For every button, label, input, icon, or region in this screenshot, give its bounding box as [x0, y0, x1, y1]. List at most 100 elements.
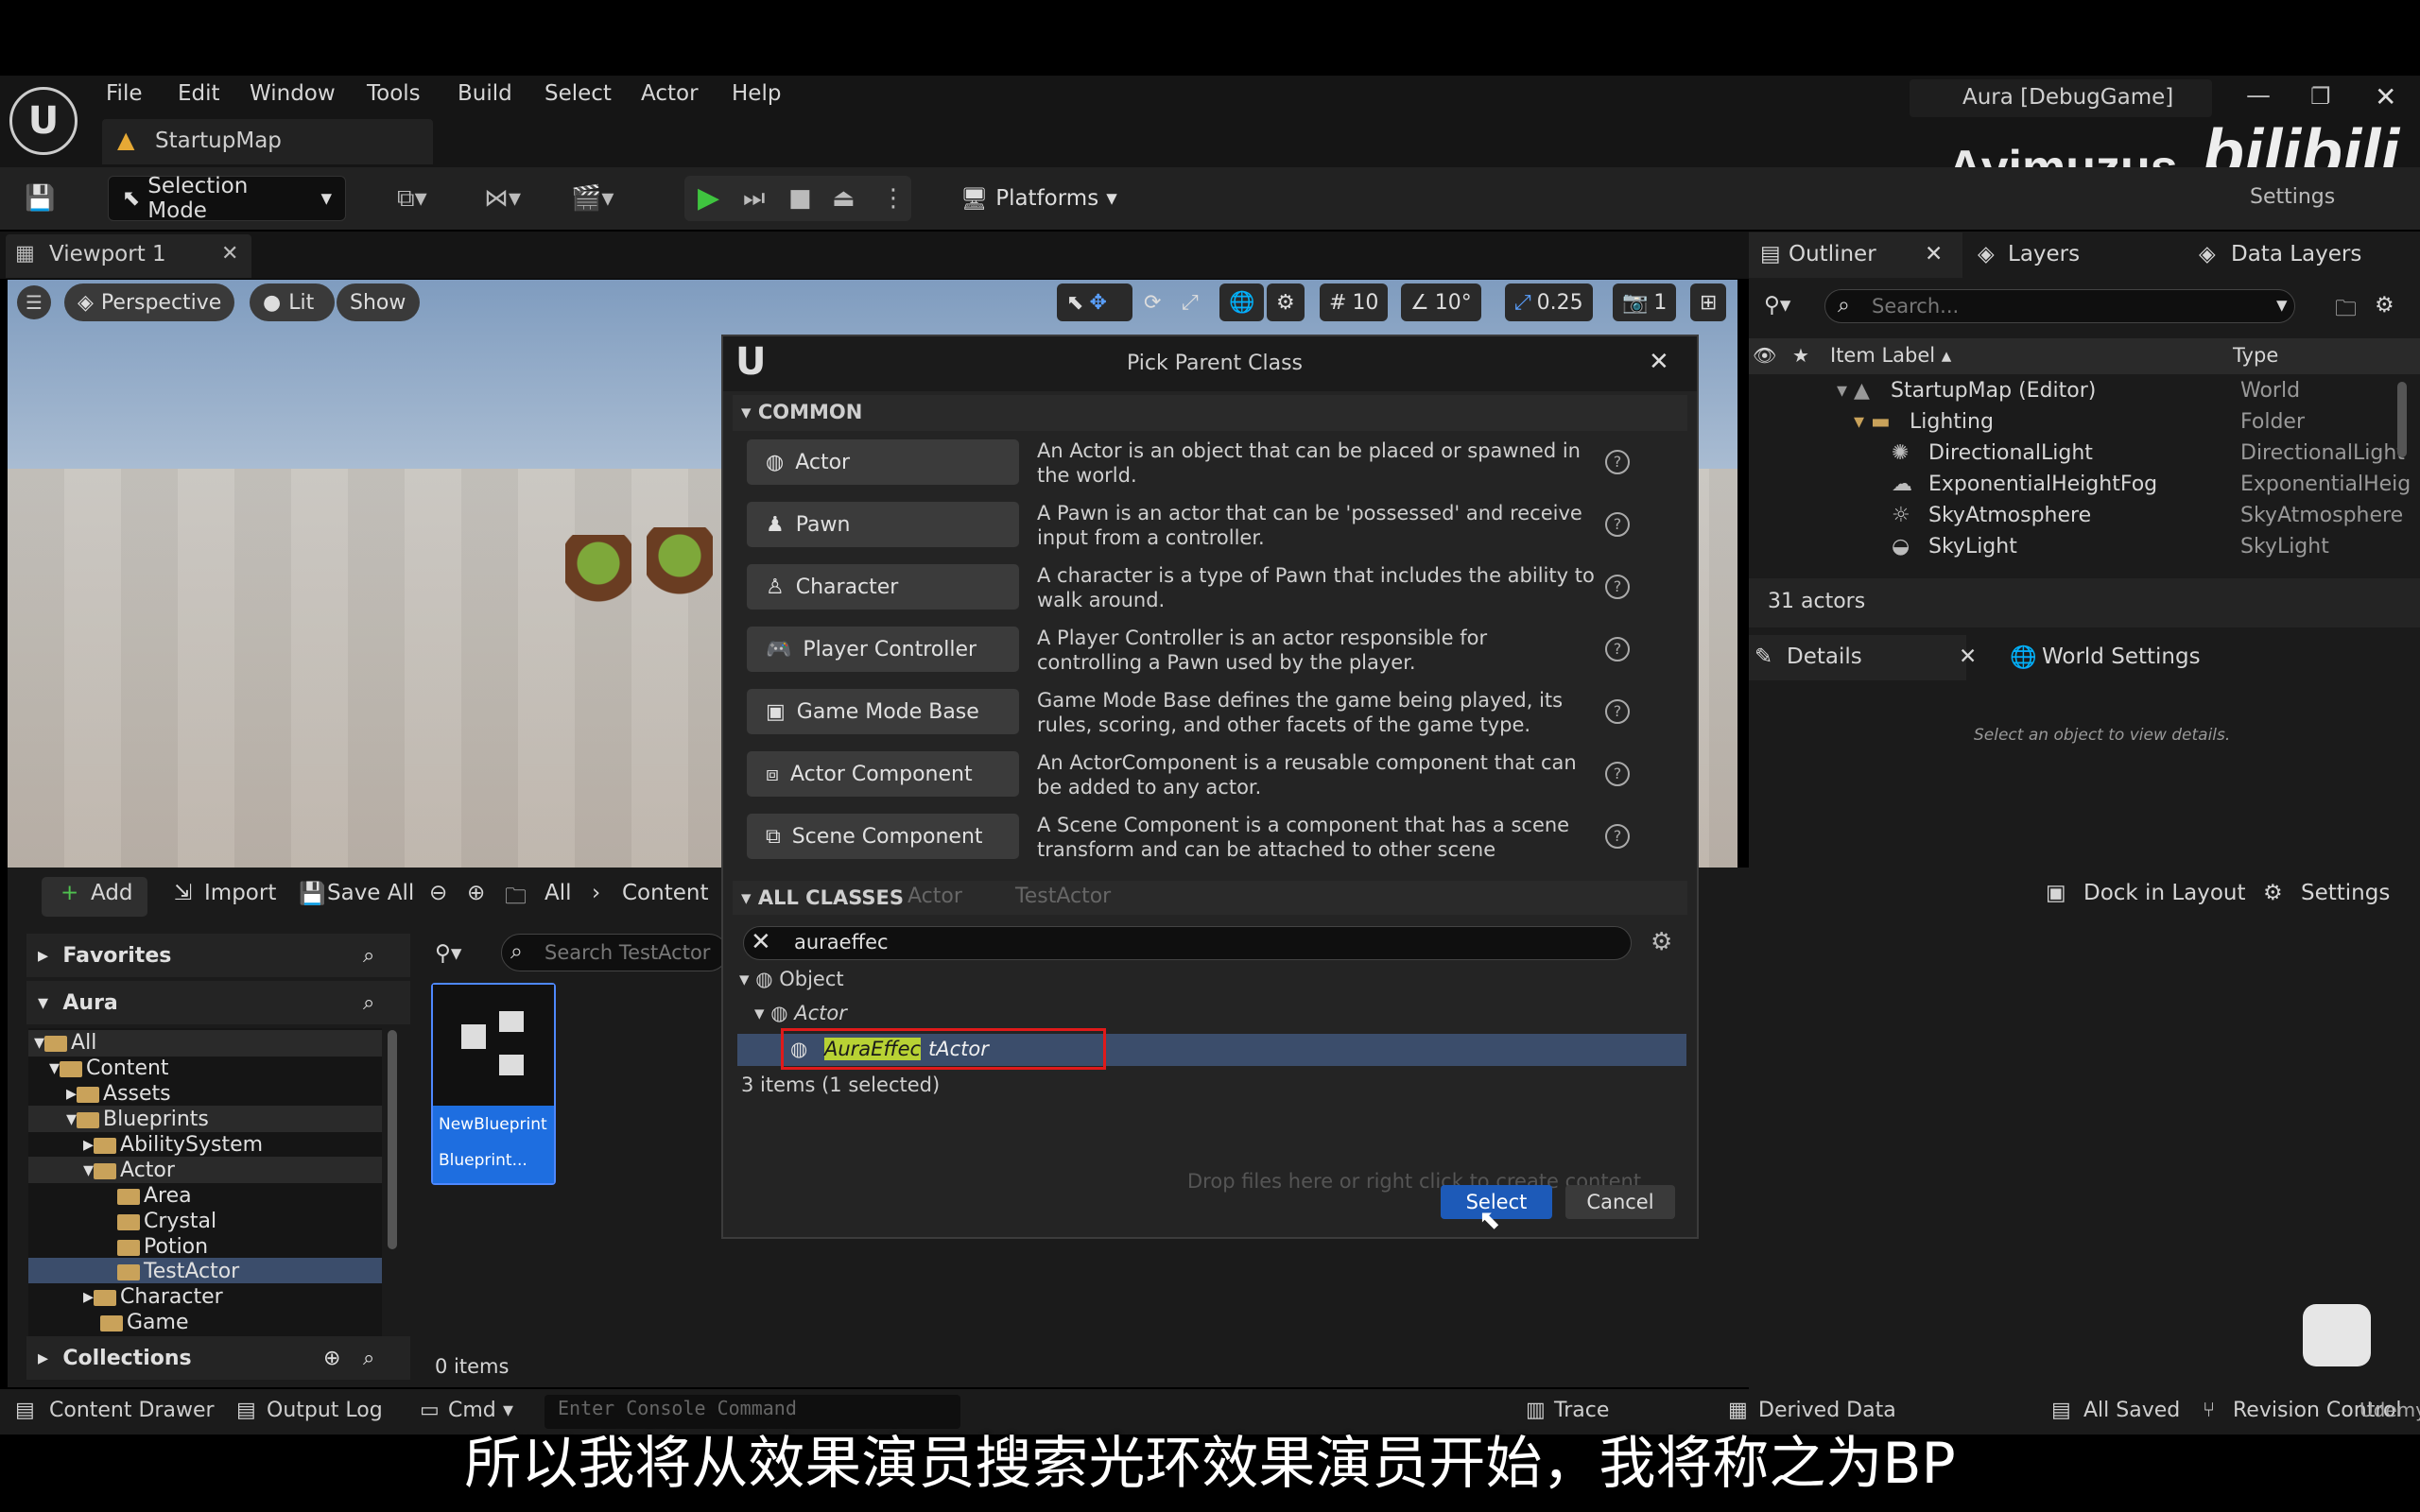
help-icon[interactable]: ? [1605, 575, 1630, 599]
help-icon[interactable]: ? [1605, 762, 1630, 786]
outliner-row[interactable]: ✺ DirectionalLight DirectionalLight [1754, 441, 2415, 472]
unreal-logo-icon[interactable]: U [9, 87, 78, 155]
outliner-row[interactable]: ☁ ExponentialHeightFog ExponentialHeig [1754, 472, 2415, 504]
lit-button[interactable]: ● Lit [250, 284, 335, 321]
gear-icon[interactable]: ⚙ [2375, 293, 2394, 318]
tree-item-game[interactable]: Game [100, 1310, 189, 1335]
tree-item-crystal[interactable]: Crystal [117, 1209, 216, 1234]
menu-build[interactable]: Build [458, 81, 512, 106]
close-window-icon[interactable]: ✕ [2375, 81, 2396, 112]
menu-select[interactable]: Select [544, 81, 612, 106]
save-icon[interactable]: 💾 [25, 180, 55, 217]
tree-actor[interactable]: ▾ ◍ Actor [754, 1002, 847, 1024]
close-tab-icon[interactable]: ✕ [221, 242, 238, 266]
tree-item-all[interactable]: ▾ All [34, 1030, 96, 1056]
menu-window[interactable]: Window [250, 81, 336, 106]
close-tab-icon[interactable]: ✕ [1959, 644, 1977, 669]
restore-icon[interactable]: ❐ [2310, 83, 2331, 110]
class-button-game-mode-base[interactable]: ▣ Game Mode Base [747, 689, 1019, 734]
tree-scrollbar[interactable] [388, 1030, 397, 1249]
add-collection-icon[interactable]: ⊕ [323, 1346, 340, 1371]
help-icon[interactable]: ? [1605, 699, 1630, 724]
outliner-row[interactable]: ◒ SkyLight SkyLight [1754, 535, 2415, 566]
surface-snap-icon[interactable]: ⚙ [1267, 284, 1305, 321]
tree-item-testactor[interactable]: TestActor [117, 1259, 239, 1284]
menu-file[interactable]: File [106, 81, 143, 106]
outliner-row[interactable]: ▾ ▲ StartupMap (Editor) World [1754, 379, 2415, 410]
class-button-scene-component[interactable]: ⧉ Scene Component [747, 814, 1019, 859]
scale-snap[interactable]: ⤢ 0.25 [1505, 284, 1593, 321]
tree-item-character[interactable]: ▸ Character [83, 1284, 223, 1310]
help-icon[interactable]: ? [1605, 637, 1630, 662]
clear-search-icon[interactable]: ✕ [751, 928, 771, 956]
column-item-label[interactable]: Item Label ▴ [1830, 344, 1951, 367]
filter-icon[interactable]: ⚲▾ [1764, 293, 1790, 318]
selection-mode-button[interactable]: ⬉ Selection Mode ▾ [108, 174, 346, 223]
settings-label[interactable]: Settings [2250, 185, 2335, 209]
rotation-snap[interactable]: ∠ 10° [1401, 284, 1481, 321]
tree-item-actor[interactable]: ▾ Actor [83, 1158, 175, 1183]
tree-object[interactable]: ▾ ◍ Object [739, 968, 844, 990]
breadcrumb-all[interactable]: All [544, 881, 572, 905]
menu-tools[interactable]: Tools [367, 81, 421, 106]
tab-layers[interactable]: Layers [2008, 242, 2080, 266]
tree-item-content[interactable]: ▾ Content [49, 1056, 169, 1081]
search-icon[interactable]: ⌕ [363, 1346, 374, 1371]
tab-data-layers[interactable]: Data Layers [2231, 242, 2361, 266]
transform-tools[interactable]: ⬉ ✥ [1057, 284, 1132, 321]
new-folder-icon[interactable]: 🗀 [2335, 293, 2357, 330]
cinematics-icon[interactable]: 🎬▾ [571, 180, 614, 217]
help-icon[interactable]: ? [1605, 824, 1630, 849]
eject-icon[interactable]: ⏏ [832, 180, 856, 217]
minimize-icon[interactable]: — [2246, 81, 2271, 110]
add-content-icon[interactable]: ⧉▾ [397, 180, 427, 217]
layout-icon[interactable]: ⊞ [1690, 284, 1727, 321]
search-icon[interactable]: ⌕ [363, 990, 374, 1016]
filter-icon[interactable]: ⚲▾ [435, 941, 461, 966]
drawer-settings-button[interactable]: Settings [2301, 881, 2390, 905]
world-space-icon[interactable]: 🌐 [1219, 284, 1265, 321]
import-icon[interactable]: ⇲ [174, 881, 192, 905]
class-button-player-controller[interactable]: 🎮 Player Controller [747, 627, 1019, 672]
class-button-pawn[interactable]: ♟ Pawn [747, 502, 1019, 547]
show-button[interactable]: Show [337, 284, 420, 321]
help-icon[interactable]: ? [1605, 450, 1630, 474]
blueprint-icon[interactable]: ⋈▾ [484, 180, 521, 217]
tree-item-assets[interactable]: ▸ Assets [66, 1081, 171, 1107]
step-icon[interactable]: ⏭ [743, 180, 765, 217]
tree-item-abilitysystem[interactable]: ▸ AbilitySystem [83, 1132, 263, 1158]
outliner-scrollbar[interactable] [2397, 382, 2407, 457]
common-section-header[interactable] [733, 395, 1687, 431]
close-tab-icon[interactable]: ✕ [1925, 242, 1943, 266]
column-type[interactable]: Type [2233, 344, 2278, 367]
chevron-down-icon[interactable]: ▾ [2276, 293, 2288, 318]
gear-icon[interactable]: ⚙ [1651, 928, 1672, 956]
save-all-icon[interactable]: 💾 [299, 881, 326, 906]
import-button[interactable]: Import [204, 881, 276, 905]
menu-help[interactable]: Help [732, 81, 781, 106]
outliner-row[interactable]: ☼ SkyAtmosphere SkyAtmosphere [1754, 504, 2415, 535]
camera-speed[interactable]: 📷 1 [1613, 284, 1677, 321]
back-icon[interactable]: ⊖ [429, 881, 447, 905]
play-icon[interactable]: ▶ [698, 180, 719, 217]
tab-world-settings[interactable]: World Settings [2042, 644, 2201, 669]
cancel-button[interactable]: Cancel [1565, 1185, 1675, 1219]
menu-actor[interactable]: Actor [641, 81, 699, 106]
forward-icon[interactable]: ⊕ [467, 881, 485, 905]
scale-tool-icon[interactable]: ⤢ [1172, 284, 1208, 321]
outliner-row[interactable]: ▾ ▬ Lighting Folder [1754, 410, 2415, 441]
search-icon[interactable]: ⌕ [363, 943, 374, 969]
close-dialog-icon[interactable]: ✕ [1649, 348, 1669, 376]
tree-item-potion[interactable]: Potion [117, 1234, 208, 1260]
rotate-tool-icon[interactable]: ⟳ [1134, 284, 1170, 321]
stop-icon[interactable]: ■ [788, 180, 812, 217]
class-button-actor[interactable]: ◍ Actor [747, 439, 1019, 485]
save-all-button[interactable]: Save All [327, 881, 414, 905]
tree-item-blueprints[interactable]: ▾ Blueprints [66, 1107, 209, 1132]
class-button-character[interactable]: ♙ Character [747, 564, 1019, 610]
platforms-button[interactable]: 🖥 Platforms ▾ [947, 176, 1121, 221]
breadcrumb-content[interactable]: Content [622, 881, 708, 905]
menu-edit[interactable]: Edit [178, 81, 220, 106]
class-button-actor-component[interactable]: ⧈ Actor Component [747, 751, 1019, 797]
tree-item-area[interactable]: Area [117, 1183, 192, 1209]
